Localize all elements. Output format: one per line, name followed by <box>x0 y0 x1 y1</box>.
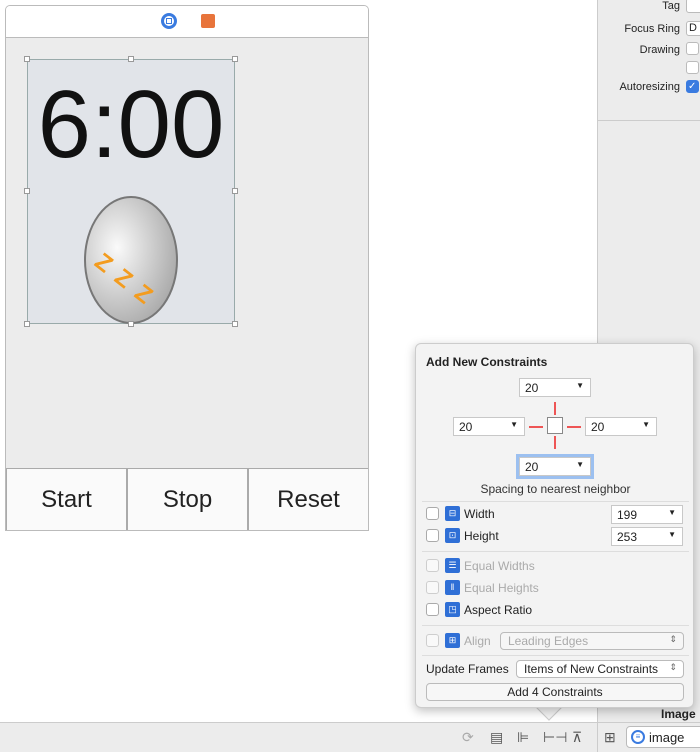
divider <box>422 625 689 626</box>
resolve-issues-icon[interactable]: ⊼ <box>572 729 582 746</box>
top-spacing-combo[interactable]: 20 ▼ <box>519 378 591 397</box>
chevron-down-icon[interactable]: ▼ <box>576 381 584 390</box>
top-spacing-value: 20 <box>525 381 539 395</box>
right-constraint-ibeam[interactable] <box>567 426 581 428</box>
pin-icon[interactable]: ⊢⊣ <box>543 729 567 746</box>
equal-widths-label: Equal Widths <box>464 559 535 573</box>
chevron-down-icon[interactable]: ▼ <box>668 530 676 539</box>
filter-icon: ≡ <box>631 730 645 744</box>
divider <box>422 551 689 552</box>
right-spacing-combo[interactable]: 20 ▼ <box>585 417 657 436</box>
divider <box>598 120 700 121</box>
scene-dock <box>6 6 368 38</box>
width-combo[interactable]: 199 ▼ <box>611 505 683 524</box>
start-button[interactable]: Start <box>6 468 127 530</box>
autoresizing-label: Autoresizing <box>619 81 680 93</box>
equal-heights-icon: ‖ <box>445 580 460 595</box>
image-section-heading: Image <box>661 707 696 721</box>
height-value: 253 <box>617 530 638 544</box>
left-spacing-combo[interactable]: 20 ▼ <box>453 417 525 436</box>
aspect-ratio-label: Aspect Ratio <box>464 603 533 617</box>
top-constraint-ibeam[interactable] <box>554 402 556 415</box>
left-constraint-ibeam[interactable] <box>529 426 543 428</box>
resize-handle[interactable] <box>24 321 30 327</box>
filter-field[interactable]: ≡ image <box>626 726 700 748</box>
up-down-chevron-icon: ⇕ <box>669 662 677 672</box>
width-value: 199 <box>617 508 638 522</box>
drawing-label: Drawing <box>639 44 680 56</box>
update-frames-icon[interactable]: ⟳ <box>462 729 474 746</box>
popover-title: Add New Constraints <box>426 355 548 369</box>
image-view-selected[interactable]: 6:00 Z Z Z <box>24 56 238 327</box>
chevron-down-icon[interactable]: ▼ <box>576 460 584 469</box>
up-down-chevron-icon: ⇕ <box>669 634 677 644</box>
tag-label: Tag <box>662 0 680 12</box>
outline-toggle-icon[interactable]: ⊞ <box>604 729 616 746</box>
focus-ring-popup[interactable]: D <box>686 21 700 36</box>
height-label: Height <box>464 529 499 543</box>
resize-handle[interactable] <box>232 56 238 62</box>
canvas-bottom-bar <box>0 722 700 752</box>
width-checkbox[interactable] <box>426 507 439 520</box>
embed-in-stack-icon[interactable]: ▤ <box>490 729 503 746</box>
height-constraint-icon: ⊡ <box>445 528 460 543</box>
bottom-spacing-value: 20 <box>525 460 539 474</box>
update-frames-label: Update Frames <box>426 662 509 676</box>
drawing-checkbox[interactable] <box>686 42 699 55</box>
equal-widths-checkbox[interactable] <box>426 559 439 572</box>
timer-label: 6:00 <box>37 71 225 178</box>
equal-widths-icon: ☰ <box>445 558 460 573</box>
divider <box>422 655 689 656</box>
resize-handle[interactable] <box>24 56 30 62</box>
add-constraints-popover: Add New Constraints 20 ▼ 20 ▼ 20 ▼ 20 ▼ Spac… <box>415 343 694 708</box>
add-constraints-button[interactable]: Add 4 Constraints <box>426 683 684 701</box>
spacing-caption: Spacing to nearest neighbor <box>480 482 631 496</box>
resize-handle[interactable] <box>128 321 134 327</box>
resize-handle[interactable] <box>128 56 134 62</box>
align-label: Align <box>464 634 491 648</box>
filter-input[interactable]: image <box>649 730 684 745</box>
constraint-target-square <box>547 417 563 434</box>
align-icon[interactable]: ⊫ <box>517 729 529 746</box>
drawing-checkbox-2[interactable] <box>686 61 699 74</box>
aspect-ratio-checkbox[interactable] <box>426 603 439 616</box>
bottom-constraint-ibeam[interactable] <box>554 436 556 449</box>
bottom-spacing-combo[interactable]: 20 ▼ <box>519 457 591 476</box>
equal-heights-checkbox[interactable] <box>426 581 439 594</box>
height-combo[interactable]: 253 ▼ <box>611 527 683 546</box>
align-popup[interactable]: Leading Edges ⇕ <box>500 632 684 650</box>
resize-handle[interactable] <box>232 188 238 194</box>
chevron-down-icon[interactable]: ▼ <box>668 508 676 517</box>
reset-button[interactable]: Reset <box>248 468 368 530</box>
left-spacing-value: 20 <box>459 420 473 434</box>
resize-handle[interactable] <box>24 188 30 194</box>
view-controller-scene: 6:00 Z Z Z Start Stop Reset <box>5 5 369 531</box>
height-checkbox[interactable] <box>426 529 439 542</box>
focus-ring-label: Focus Ring <box>624 23 680 35</box>
update-frames-value: Items of New Constraints <box>524 662 659 676</box>
stop-button[interactable]: Stop <box>127 468 248 530</box>
chevron-down-icon[interactable]: ▼ <box>642 420 650 429</box>
width-constraint-icon: ⊟ <box>445 506 460 521</box>
view-controller-icon[interactable] <box>161 13 177 29</box>
resize-handle[interactable] <box>232 321 238 327</box>
width-label: Width <box>464 507 495 521</box>
chevron-down-icon[interactable]: ▼ <box>510 420 518 429</box>
right-spacing-value: 20 <box>591 420 605 434</box>
first-responder-cube-icon[interactable] <box>201 14 215 28</box>
aspect-ratio-icon: ◳ <box>445 602 460 617</box>
align-checkbox[interactable] <box>426 634 439 647</box>
autoresizing-checkbox[interactable]: ✓ <box>686 80 699 93</box>
divider <box>597 722 598 752</box>
equal-heights-label: Equal Heights <box>464 581 539 595</box>
tag-field[interactable] <box>686 0 700 13</box>
align-value: Leading Edges <box>508 634 589 648</box>
align-icon: ⊞ <box>445 633 460 648</box>
update-frames-popup[interactable]: Items of New Constraints ⇕ <box>516 660 684 678</box>
divider <box>422 501 689 502</box>
